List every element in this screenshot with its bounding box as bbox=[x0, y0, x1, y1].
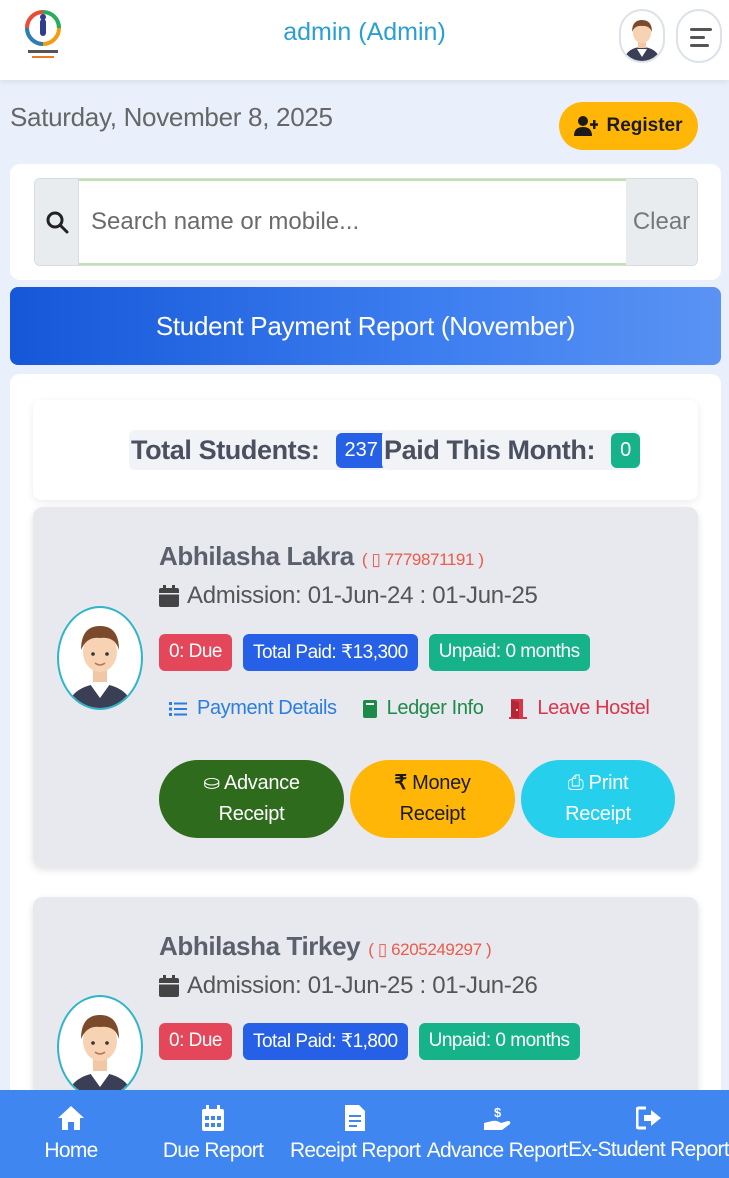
student-avatar-icon bbox=[68, 626, 132, 708]
nav-advance-report-label: Advance Report bbox=[426, 1139, 568, 1162]
nav-ex-student-report-label: Ex-Student Report bbox=[568, 1138, 729, 1161]
nav-ex-student-report[interactable]: Ex-Student Report bbox=[568, 1090, 729, 1178]
nav-due-report-label: Due Report bbox=[162, 1139, 264, 1162]
unpaid-badge: Unpaid: 0 months bbox=[418, 1023, 580, 1060]
student-avatar[interactable] bbox=[57, 606, 143, 710]
user-avatar-icon bbox=[625, 20, 659, 61]
student-name: Abhilasha Lakra ( ▯ 7779871191 ) bbox=[159, 541, 484, 572]
money-label: Money bbox=[412, 772, 471, 794]
student-avatar-icon bbox=[68, 1015, 132, 1097]
student-card: Abhilasha Lakra ( ▯ 7779871191 ) Admissio… bbox=[33, 507, 698, 867]
hand-money-icon: $ bbox=[484, 1105, 511, 1130]
nav-due-report[interactable]: Due Report bbox=[142, 1090, 284, 1178]
money-receipt-line2: Receipt bbox=[399, 803, 466, 825]
sign-out-icon bbox=[635, 1106, 661, 1130]
list-icon bbox=[169, 701, 187, 716]
calendar-icon bbox=[159, 585, 179, 607]
nav-receipt-report-label: Receipt Report bbox=[289, 1139, 421, 1162]
top-bar: admin (Admin) bbox=[0, 0, 729, 80]
advance-receipt-line2: Receipt bbox=[218, 803, 285, 825]
student-name-text: Abhilasha Lakra bbox=[159, 541, 354, 571]
payment-details-link[interactable]: Payment Details bbox=[169, 697, 337, 720]
rupee-icon: ₹ bbox=[394, 772, 407, 794]
student-phone[interactable]: ( ▯ 6205249297 ) bbox=[368, 940, 491, 959]
print-receipt-line1: ⎙ Print bbox=[568, 768, 629, 799]
student-name-text: Abhilasha Tirkey bbox=[159, 931, 361, 961]
user-plus-icon bbox=[574, 116, 599, 136]
mobile-icon: ▯ bbox=[377, 940, 387, 959]
menu-line bbox=[690, 28, 712, 31]
admission-text: Admission: 01-Jun-25 : 01-Jun-26 bbox=[187, 972, 538, 999]
search-icon-box bbox=[35, 179, 79, 265]
student-phone[interactable]: ( ▯ 7779871191 ) bbox=[362, 550, 484, 569]
student-links: Payment Details Ledger Info Leave Hostel bbox=[169, 697, 650, 720]
unpaid-badge: Unpaid: 0 months bbox=[428, 634, 590, 671]
home-icon bbox=[58, 1106, 85, 1130]
hand-money-icon: ⛀ bbox=[203, 772, 220, 794]
ledger-info-link[interactable]: Ledger Info bbox=[362, 697, 484, 720]
bottom-nav: Home Due Report Receipt Report $ Advance… bbox=[0, 1090, 729, 1178]
student-avatar[interactable] bbox=[57, 995, 143, 1099]
leave-hostel-link[interactable]: Leave Hostel bbox=[509, 697, 650, 720]
register-button[interactable]: Register bbox=[559, 102, 698, 150]
advance-receipt-button[interactable]: ⛀ Advance Receipt bbox=[159, 760, 344, 838]
total-paid-badge: Total Paid: ₹1,800 bbox=[242, 1023, 408, 1060]
search-card: Clear bbox=[10, 164, 721, 280]
calendar-icon bbox=[159, 975, 179, 997]
door-open-icon bbox=[509, 698, 528, 719]
total-students-label: Total Students: bbox=[131, 434, 320, 465]
due-badge: 0: Due bbox=[159, 634, 232, 671]
student-name: Abhilasha Tirkey ( ▯ 6205249297 ) bbox=[159, 931, 492, 962]
summary-card: Total Students: 237 Paid This Month: 0 bbox=[33, 400, 698, 500]
profile-avatar-button[interactable] bbox=[619, 9, 665, 63]
book-icon bbox=[362, 699, 377, 718]
paid-this-month-label: Paid This Month: bbox=[384, 434, 596, 465]
total-students-badge: 237 bbox=[335, 432, 387, 468]
nav-home-label: Home bbox=[44, 1139, 98, 1162]
print-label: Print bbox=[588, 772, 629, 794]
advance-receipt-line1: ⛀ Advance bbox=[203, 768, 300, 799]
student-phone-number: 6205249297 bbox=[391, 940, 482, 959]
paid-this-month-badge: 0 bbox=[611, 432, 641, 468]
status-badges: 0: Due Total Paid: ₹1,800 Unpaid: 0 mont… bbox=[159, 1023, 580, 1060]
ledger-info-label: Ledger Info bbox=[386, 697, 484, 719]
search-icon bbox=[46, 211, 68, 234]
search-group: Clear bbox=[34, 178, 698, 266]
total-paid-badge: Total Paid: ₹13,300 bbox=[242, 634, 418, 671]
search-input[interactable] bbox=[79, 179, 626, 265]
calendar-icon bbox=[202, 1105, 225, 1131]
menu-line bbox=[690, 44, 709, 47]
print-icon: ⎙ bbox=[567, 772, 584, 794]
money-receipt-button[interactable]: ₹ Money Receipt bbox=[350, 760, 515, 838]
clear-button[interactable]: Clear bbox=[626, 179, 697, 265]
leave-hostel-label: Leave Hostel bbox=[537, 697, 650, 719]
student-phone-number: 7779871191 bbox=[384, 550, 475, 569]
print-receipt-button[interactable]: ⎙ Print Receipt bbox=[521, 760, 675, 838]
current-date: Saturday, November 8, 2025 bbox=[10, 102, 333, 132]
paid-this-month-stat: Paid This Month: 0 bbox=[382, 430, 641, 470]
nav-advance-report[interactable]: $ Advance Report bbox=[426, 1090, 568, 1178]
menu-line bbox=[690, 36, 705, 39]
register-label: Register bbox=[606, 115, 683, 136]
receipt-icon bbox=[345, 1105, 366, 1131]
nav-receipt-report[interactable]: Receipt Report bbox=[284, 1090, 426, 1178]
report-banner: Student Payment Report (November) bbox=[10, 287, 721, 365]
due-badge: 0: Due bbox=[159, 1023, 232, 1060]
admission-info: Admission: 01-Jun-24 : 01-Jun-25 bbox=[159, 582, 538, 610]
admission-info: Admission: 01-Jun-25 : 01-Jun-26 bbox=[159, 972, 538, 1000]
admission-text: Admission: 01-Jun-24 : 01-Jun-25 bbox=[187, 582, 538, 609]
payment-details-label: Payment Details bbox=[197, 697, 337, 719]
money-receipt-line1: ₹ Money bbox=[394, 768, 471, 799]
nav-home[interactable]: Home bbox=[0, 1090, 142, 1178]
status-badges: 0: Due Total Paid: ₹13,300 Unpaid: 0 mon… bbox=[159, 634, 590, 671]
advance-label: Advance bbox=[223, 772, 300, 794]
total-students-stat: Total Students: 237 bbox=[129, 430, 387, 470]
mobile-icon: ▯ bbox=[371, 550, 381, 569]
menu-button[interactable] bbox=[676, 9, 722, 63]
receipt-actions: ⛀ Advance Receipt ₹ Money Receipt ⎙ Prin… bbox=[159, 760, 675, 838]
svg-text:$: $ bbox=[494, 1105, 502, 1120]
print-receipt-line2: Receipt bbox=[565, 803, 631, 825]
